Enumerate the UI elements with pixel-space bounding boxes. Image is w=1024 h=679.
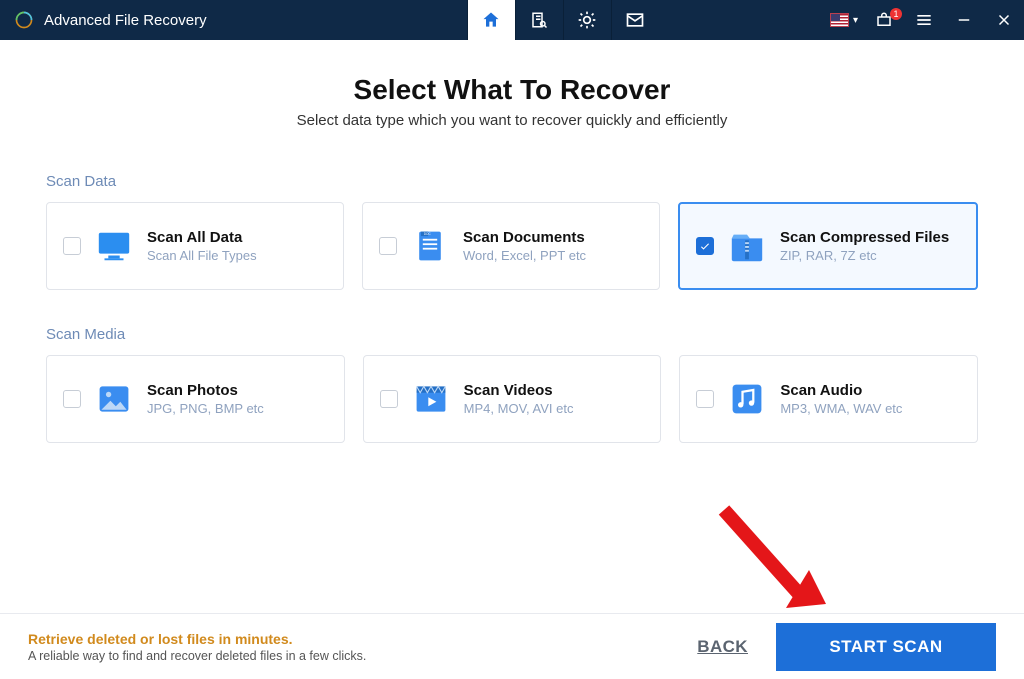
image-icon <box>95 380 133 418</box>
checkbox-scan-photos[interactable] <box>63 390 81 408</box>
card-desc: JPG, PNG, BMP etc <box>147 401 264 416</box>
monitor-icon <box>95 227 133 265</box>
hamburger-icon <box>914 10 934 30</box>
checkbox-scan-compressed[interactable] <box>696 237 714 255</box>
footer-bar: Retrieve deleted or lost files in minute… <box>0 613 1024 679</box>
card-scan-all-data[interactable]: Scan All Data Scan All File Types <box>46 202 344 290</box>
section-label-scan-media: Scan Media <box>46 326 978 343</box>
card-title: Scan Videos <box>464 382 574 399</box>
us-flag-icon <box>830 13 849 27</box>
section-label-scan-data: Scan Data <box>46 173 978 190</box>
app-logo-icon <box>14 10 34 30</box>
card-scan-documents[interactable]: DOC Scan Documents Word, Excel, PPT etc <box>362 202 660 290</box>
close-button[interactable] <box>984 0 1024 40</box>
checkbox-scan-audio[interactable] <box>696 390 714 408</box>
page-subtitle: Select data type which you want to recov… <box>46 112 978 129</box>
start-scan-button[interactable]: START SCAN <box>776 623 996 671</box>
video-icon <box>412 380 450 418</box>
tab-settings[interactable] <box>563 0 611 40</box>
card-scan-compressed[interactable]: Scan Compressed Files ZIP, RAR, 7Z etc <box>678 202 978 290</box>
annotation-arrow-icon <box>714 500 834 620</box>
checkbox-scan-all-data[interactable] <box>63 237 81 255</box>
music-icon <box>728 380 766 418</box>
archive-icon <box>728 227 766 265</box>
card-title: Scan Photos <box>147 382 264 399</box>
back-button[interactable]: BACK <box>697 637 748 657</box>
card-desc: ZIP, RAR, 7Z etc <box>780 248 949 263</box>
promo-title: Retrieve deleted or lost files in minute… <box>28 631 366 647</box>
language-selector[interactable]: ▾ <box>824 0 864 40</box>
tab-feedback[interactable] <box>611 0 659 40</box>
app-title: Advanced File Recovery <box>44 12 207 29</box>
checkbox-scan-videos[interactable] <box>380 390 398 408</box>
minimize-button[interactable] <box>944 0 984 40</box>
card-scan-videos[interactable]: Scan Videos MP4, MOV, AVI etc <box>363 355 662 443</box>
checkbox-scan-documents[interactable] <box>379 237 397 255</box>
top-tabs <box>467 0 659 40</box>
card-desc: MP3, WMA, WAV etc <box>780 401 902 416</box>
document-icon: DOC <box>411 227 449 265</box>
card-scan-audio[interactable]: Scan Audio MP3, WMA, WAV etc <box>679 355 978 443</box>
promo-desc: A reliable way to find and recover delet… <box>28 649 366 663</box>
card-desc: MP4, MOV, AVI etc <box>464 401 574 416</box>
card-title: Scan Documents <box>463 229 586 246</box>
card-title: Scan Compressed Files <box>780 229 949 246</box>
chevron-down-icon: ▾ <box>853 15 858 26</box>
card-scan-photos[interactable]: Scan Photos JPG, PNG, BMP etc <box>46 355 345 443</box>
card-title: Scan Audio <box>780 382 902 399</box>
svg-text:DOC: DOC <box>424 232 432 236</box>
minimize-icon <box>955 11 973 29</box>
close-icon <box>995 11 1013 29</box>
tab-preview[interactable] <box>515 0 563 40</box>
page-title: Select What To Recover <box>46 74 978 106</box>
account-button[interactable]: 1 <box>864 0 904 40</box>
card-title: Scan All Data <box>147 229 257 246</box>
tab-home[interactable] <box>467 0 515 40</box>
notification-badge: 1 <box>890 8 902 20</box>
card-desc: Scan All File Types <box>147 248 257 263</box>
title-bar: Advanced File Recovery ▾ 1 <box>0 0 1024 40</box>
menu-button[interactable] <box>904 0 944 40</box>
card-desc: Word, Excel, PPT etc <box>463 248 586 263</box>
